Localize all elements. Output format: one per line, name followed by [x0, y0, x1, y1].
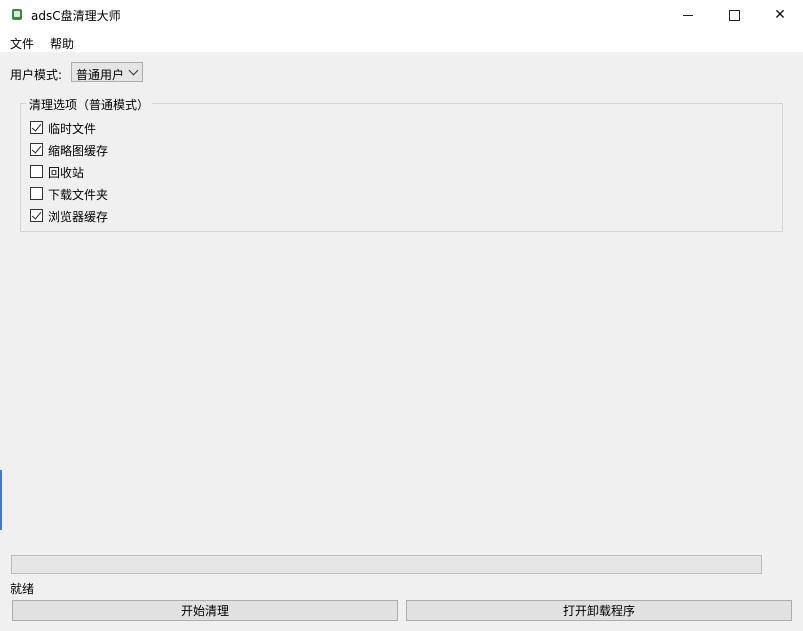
checkbox-recycle-bin[interactable] — [30, 165, 43, 178]
menu-file[interactable]: 文件 — [8, 35, 36, 52]
close-button[interactable]: ✕ — [757, 0, 803, 30]
menu-help[interactable]: 帮助 — [48, 35, 76, 52]
progress-bar — [11, 555, 762, 574]
check-icon — [31, 121, 42, 132]
title-bar: adsC盘清理大师 ✕ — [0, 0, 803, 30]
chevron-down-icon — [128, 65, 139, 76]
checkbox-browser-cache[interactable] — [30, 209, 43, 222]
close-icon: ✕ — [774, 7, 786, 23]
option-label: 回收站 — [48, 166, 85, 180]
app-icon — [12, 9, 22, 20]
check-icon — [31, 209, 42, 220]
window-title: adsC盘清理大师 — [31, 9, 121, 23]
check-icon — [31, 143, 42, 154]
maximize-button[interactable] — [711, 0, 757, 30]
checkbox-temp-files[interactable] — [30, 121, 43, 134]
menu-bar: 文件 帮助 — [0, 30, 803, 52]
user-mode-select[interactable]: 普通用户 — [71, 62, 143, 82]
checkbox-thumbnail-cache[interactable] — [30, 143, 43, 156]
option-label: 下载文件夹 — [48, 188, 109, 202]
open-uninstaller-button[interactable]: 打开卸载程序 — [406, 600, 792, 621]
minimize-icon — [683, 14, 693, 16]
option-label: 临时文件 — [48, 122, 97, 136]
minimize-button[interactable] — [665, 0, 711, 30]
user-mode-value: 普通用户 — [76, 68, 125, 82]
option-label: 缩略图缓存 — [48, 144, 109, 158]
option-label: 浏览器缓存 — [48, 210, 109, 224]
window-edge-accent — [0, 470, 2, 530]
checkbox-downloads-folder[interactable] — [30, 187, 43, 200]
status-text: 就绪 — [10, 582, 35, 596]
start-cleanup-button[interactable]: 开始清理 — [12, 600, 398, 621]
user-mode-label: 用户模式: — [10, 68, 63, 82]
cleanup-options-title: 清理选项（普通模式） — [26, 96, 153, 113]
maximize-icon — [728, 9, 740, 21]
cleanup-options-group — [20, 103, 783, 232]
